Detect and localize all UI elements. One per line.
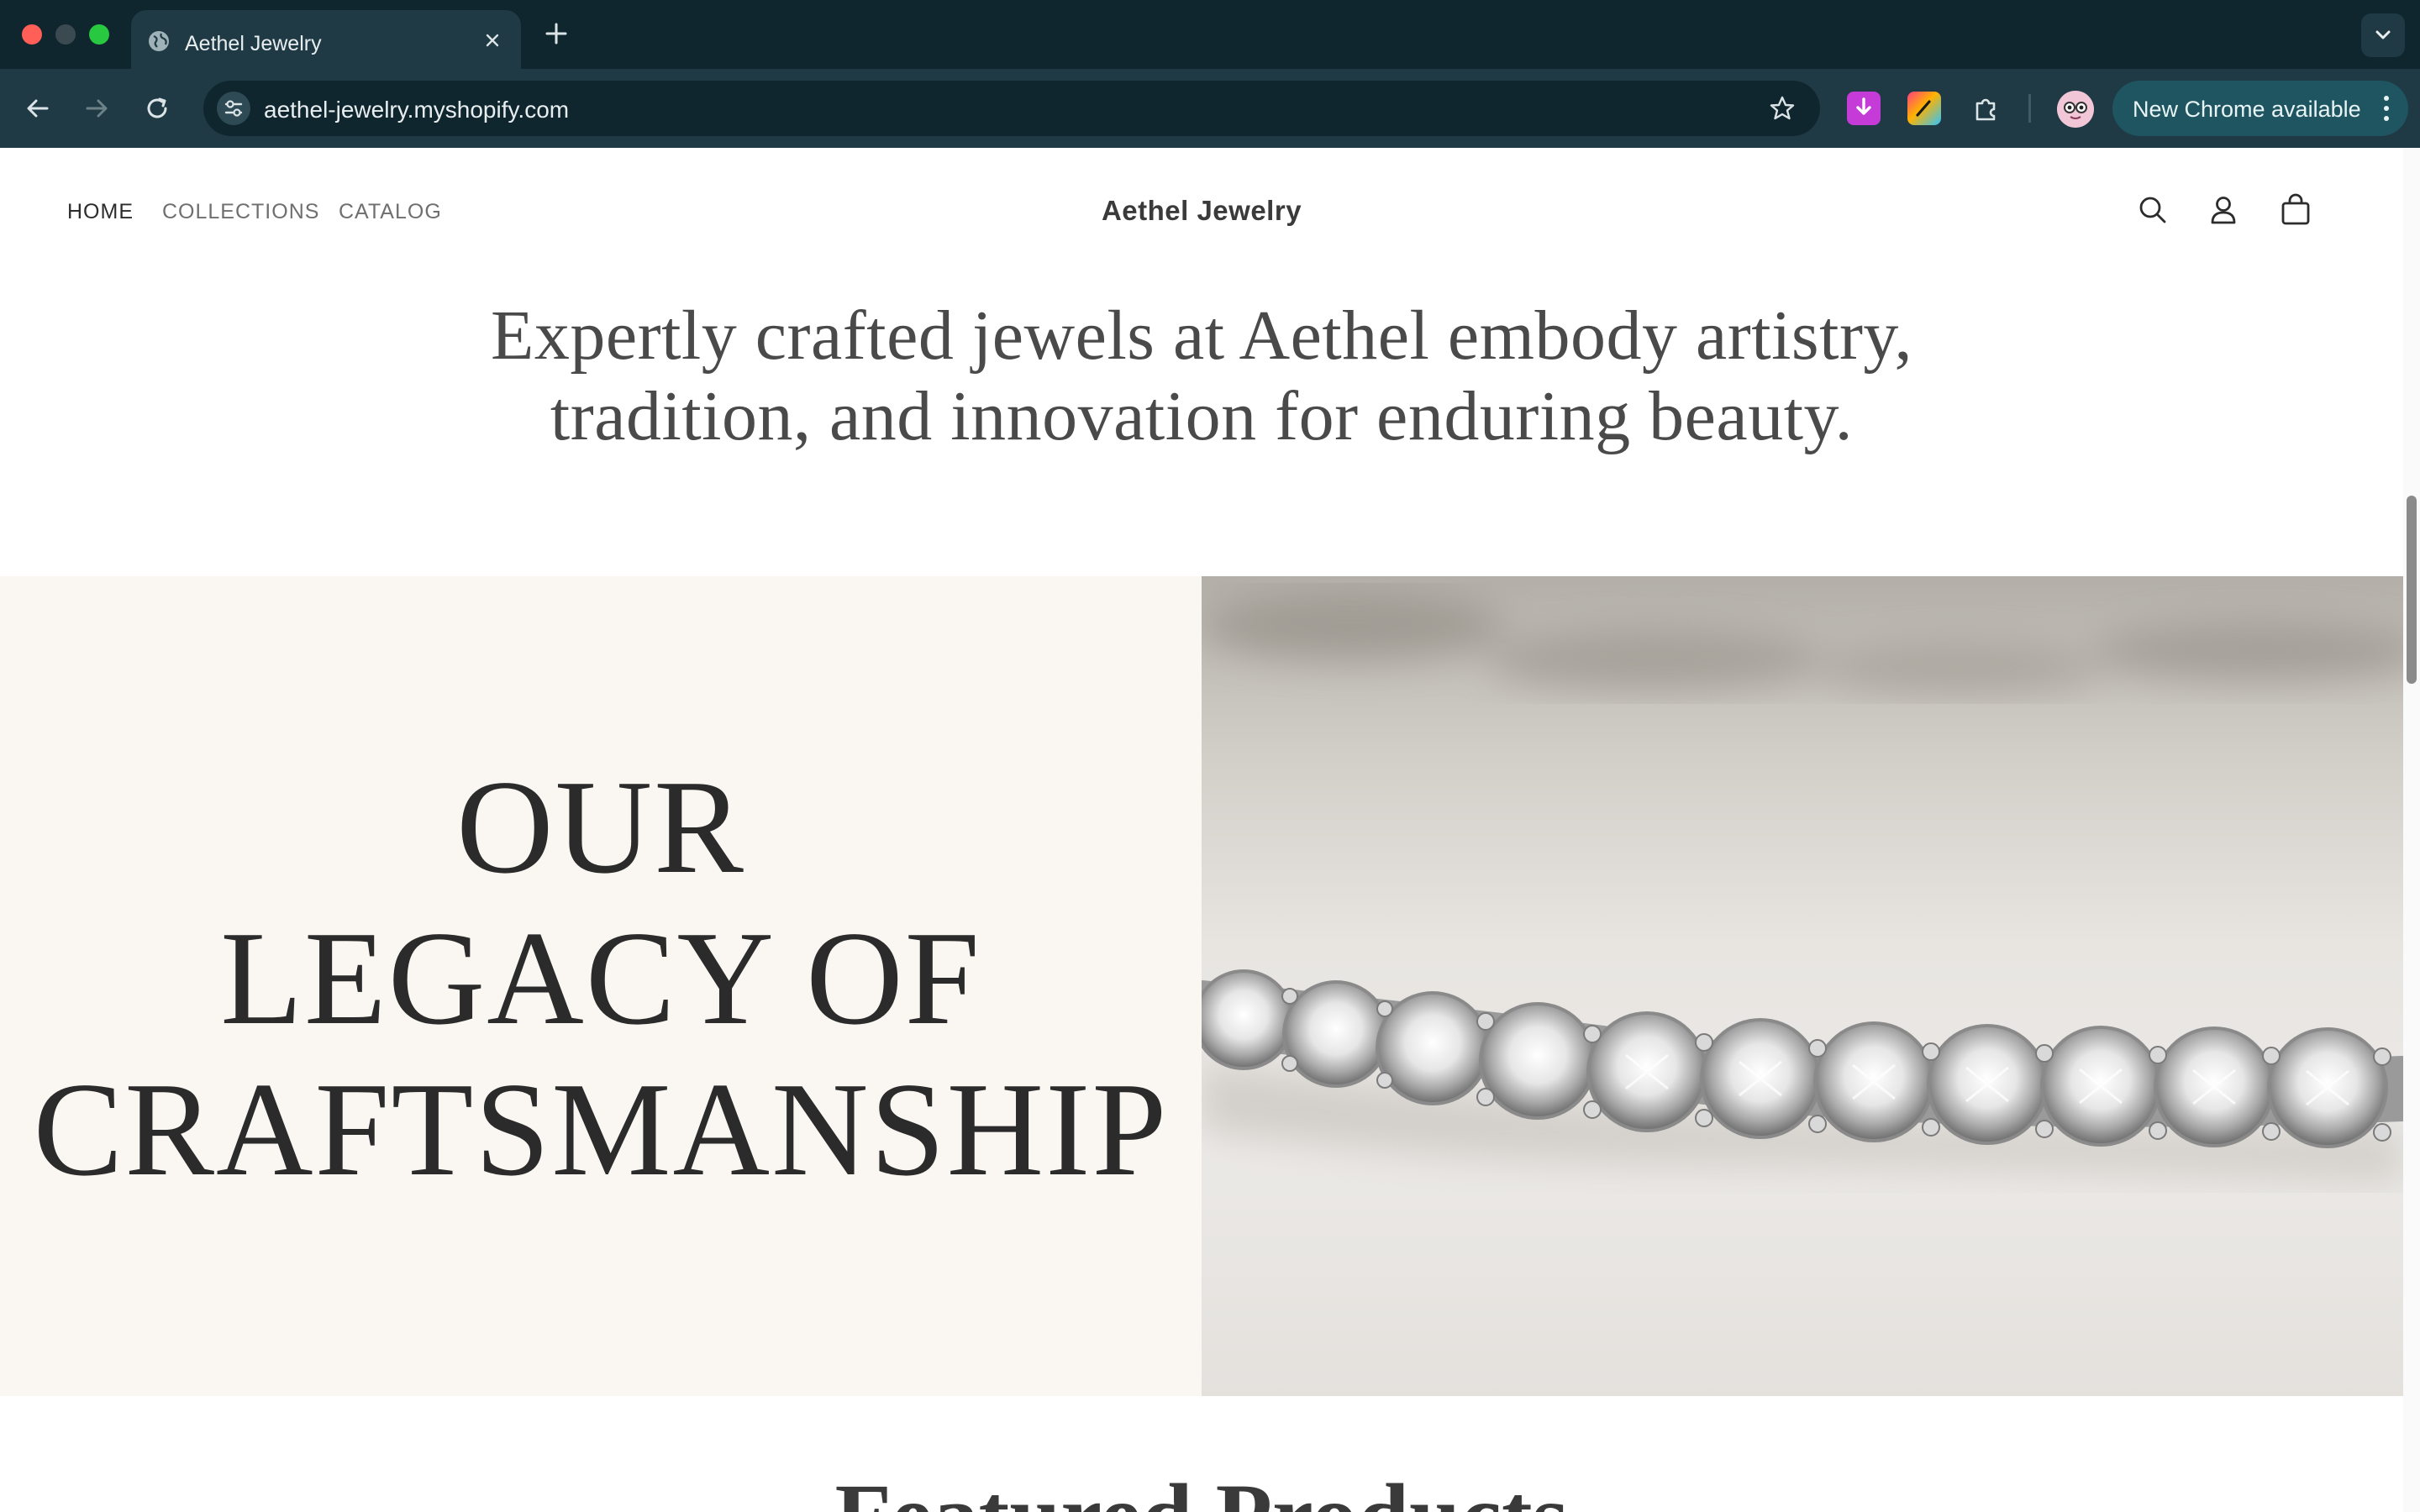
back-arrow-icon[interactable] <box>22 92 54 124</box>
minimize-window-button[interactable] <box>55 24 76 45</box>
globe-icon <box>149 31 169 51</box>
featured-products-heading: Featured Products <box>0 1463 2403 1512</box>
browser-toolbar: aethel-jewelry.myshopify.com New Chrome … <box>0 69 2420 148</box>
site-info-button[interactable] <box>217 92 250 125</box>
more-menu-icon[interactable] <box>2381 94 2391 123</box>
intro-line-2: tradition, and innovation for enduring b… <box>550 377 1854 455</box>
tab-title: Aethel Jewelry <box>185 32 322 55</box>
browser-tab[interactable]: Aethel Jewelry <box>131 10 521 69</box>
brand-logo[interactable]: Aethel Jewelry <box>0 195 2403 227</box>
address-bar[interactable]: aethel-jewelry.myshopify.com <box>203 81 1820 136</box>
tab-search-button[interactable] <box>2361 13 2405 57</box>
bracelet-photo <box>1202 576 2403 1396</box>
scrollbar-thumb[interactable] <box>2407 496 2417 684</box>
forward-arrow-icon[interactable] <box>81 92 113 124</box>
url-text[interactable]: aethel-jewelry.myshopify.com <box>264 97 569 123</box>
profile-icon <box>2057 91 2094 128</box>
reload-icon[interactable] <box>141 92 173 124</box>
site-header: HOME COLLECTIONS CATALOG Aethel Jewelry <box>0 148 2403 279</box>
browser-tab-bar: Aethel Jewelry <box>0 0 2420 69</box>
intro-statement: Expertly crafted jewels at Aethel embody… <box>0 296 2403 457</box>
download-extension-icon[interactable] <box>1847 92 1881 125</box>
intro-line-1: Expertly crafted jewels at Aethel embody… <box>491 297 1912 375</box>
new-tab-icon[interactable] <box>541 18 571 49</box>
new-chrome-available-button[interactable]: New Chrome available <box>2112 81 2408 136</box>
update-label: New Chrome available <box>2133 97 2361 122</box>
page-scrollbar[interactable] <box>2403 148 2420 1512</box>
search-icon[interactable] <box>2134 192 2171 228</box>
tune-icon <box>224 100 243 117</box>
toolbar-divider <box>2028 94 2031 123</box>
legacy-heading: OUR LEGACY OF CRAFTSMANSHIP <box>0 751 1202 1205</box>
legacy-line-3: CRAFTSMANSHIP <box>33 1054 1169 1204</box>
bookmark-star-icon[interactable] <box>1768 94 1797 123</box>
puzzle-extensions-icon[interactable] <box>1970 92 2003 125</box>
legacy-line-2: LEGACY OF <box>220 903 981 1053</box>
close-window-button[interactable] <box>22 24 42 45</box>
legacy-line-1: OUR <box>456 752 745 901</box>
diamond-bracelet-image <box>1202 593 2403 1181</box>
chevron-down-icon <box>2375 30 2391 39</box>
legacy-panel: OUR LEGACY OF CRAFTSMANSHIP <box>0 576 1202 1396</box>
color-picker-extension-icon[interactable] <box>1907 92 1941 125</box>
profile-avatar[interactable] <box>2057 91 2094 128</box>
maximize-window-button[interactable] <box>89 24 109 45</box>
close-tab-icon[interactable] <box>481 29 504 52</box>
account-icon[interactable] <box>2205 192 2242 228</box>
cart-icon[interactable] <box>2277 192 2314 228</box>
web-page: HOME COLLECTIONS CATALOG Aethel Jewelry … <box>0 148 2403 1512</box>
